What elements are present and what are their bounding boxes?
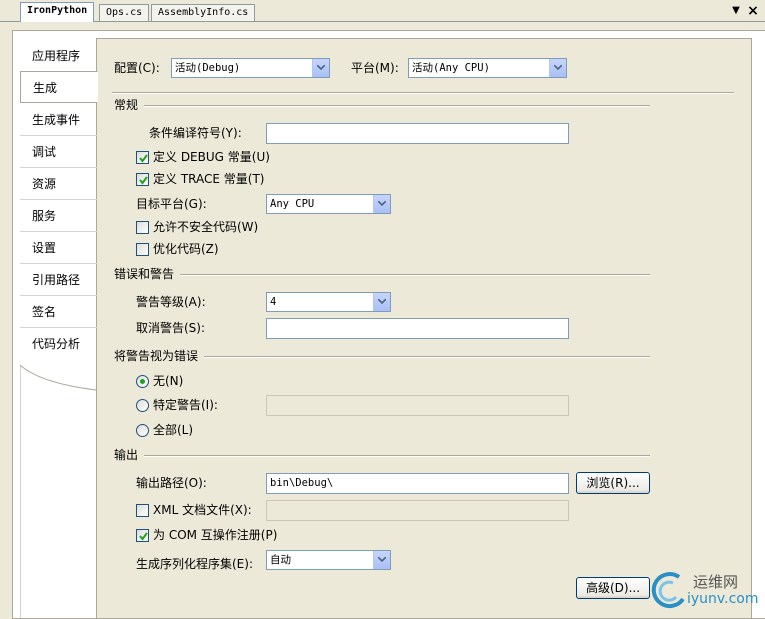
divider [112,92,734,94]
chevron-down-icon[interactable] [312,59,329,77]
optimize-label: 优化代码(Z) [153,242,219,256]
section-title-output: 输出 [114,447,145,463]
cond-symbols-input[interactable] [266,123,569,144]
treat-specific-radio[interactable] [136,399,149,412]
checkmark-icon [139,154,148,163]
platform-label: 平台(M): [351,61,399,75]
serialization-select[interactable]: 自动 [266,550,391,570]
checkmark-icon [139,532,148,541]
treat-all-radio[interactable] [136,424,149,437]
checkmark-icon [139,176,148,185]
define-trace-label: 定义 TRACE 常量(T) [153,172,265,186]
tab-ops-cs[interactable]: Ops.cs [99,4,150,21]
sidebar-item-debug[interactable]: 调试 [20,136,97,168]
document-tab-strip: IronPython Ops.cs AssemblyInfo.cs ▼ × [0,0,765,22]
section-rule [114,455,650,457]
treat-specific-label: 特定警告(I): [153,398,218,412]
define-debug-checkbox[interactable] [136,151,149,164]
output-path-input[interactable]: bin\Debug\ [266,473,569,494]
warning-level-value: 4 [270,296,277,308]
target-platform-label: 目标平台(G): [136,197,207,211]
suppress-warnings-label: 取消警告(S): [136,321,206,335]
treat-all-label: 全部(L) [153,423,194,437]
sidebar-item-signing[interactable]: 签名 [20,296,97,328]
tab-ironpython[interactable]: IronPython [20,2,95,22]
section-title-treat-warnings: 将警告视为错误 [114,348,205,364]
chevron-down-icon[interactable] [373,293,390,311]
section-rule [114,105,650,107]
chevron-down-icon[interactable] [373,551,390,569]
warning-level-select[interactable]: 4 [266,292,391,312]
sidebar-item-application[interactable]: 应用程序 [20,40,97,72]
sidebar-item-services[interactable]: 服务 [20,200,97,232]
config-select[interactable]: 活动(Debug) [171,58,330,78]
xml-doc-label: XML 文档文件(X): [153,503,252,517]
warning-level-label: 警告等级(A): [136,295,206,309]
com-interop-label: 为 COM 互操作注册(P) [153,528,278,542]
sidebar-item-build-events[interactable]: 生成事件 [20,104,97,136]
allow-unsafe-label: 允许不安全代码(W) [153,220,259,234]
cond-symbols-label: 条件编译符号(Y): [149,126,242,140]
sidebar-item-build[interactable]: 生成 [20,71,98,103]
section-rule [114,274,650,276]
tab-assemblyinfo-cs[interactable]: AssemblyInfo.cs [151,4,256,21]
sidebar-item-resources[interactable]: 资源 [20,168,97,200]
define-debug-label: 定义 DEBUG 常量(U) [153,150,270,164]
serialization-value: 自动 [270,554,291,566]
config-select-value: 活动(Debug) [175,62,241,74]
define-trace-checkbox[interactable] [136,173,149,186]
specific-warnings-input[interactable] [266,395,569,416]
browse-button[interactable]: 浏览(R)... [576,472,650,494]
com-interop-checkbox[interactable] [136,529,149,542]
target-platform-select[interactable]: Any CPU [266,194,391,214]
output-path-label: 输出路径(O): [136,476,207,490]
advanced-button[interactable]: 高级(D)... [576,577,650,599]
sidebar-item-reference-paths[interactable]: 引用路径 [20,264,97,296]
close-icon[interactable]: × [745,3,761,19]
platform-select[interactable]: 活动(Any CPU) [408,58,567,78]
config-label: 配置(C): [114,61,160,75]
treat-none-label: 无(N) [153,374,184,388]
sidebar-item-settings[interactable]: 设置 [20,232,97,264]
radio-dot [140,379,145,384]
platform-select-value: 活动(Any CPU) [412,62,490,74]
chevron-down-icon[interactable] [549,59,566,77]
chevron-down-icon[interactable] [373,195,390,213]
xml-doc-input[interactable] [266,500,569,521]
watermark-logo: 运维网 iyunv.com [649,569,759,613]
target-platform-value: Any CPU [270,198,315,210]
xml-doc-checkbox[interactable] [136,504,149,517]
optimize-checkbox[interactable] [136,243,149,256]
allow-unsafe-checkbox[interactable] [136,221,149,234]
suppress-warnings-input[interactable] [266,318,569,339]
section-title-errors: 错误和警告 [114,266,181,282]
sidebar-item-code-analysis[interactable]: 代码分析 [20,328,97,360]
watermark-url: iyunv.com [687,591,759,607]
watermark-cn: 运维网 [693,573,739,591]
treat-none-radio[interactable] [136,375,149,388]
watermark-swirl-icon [651,572,685,609]
chevron-down-icon[interactable]: ▼ [729,4,743,18]
section-title-general: 常规 [114,97,145,113]
serialization-label: 生成序列化程序集(E): [136,557,253,571]
